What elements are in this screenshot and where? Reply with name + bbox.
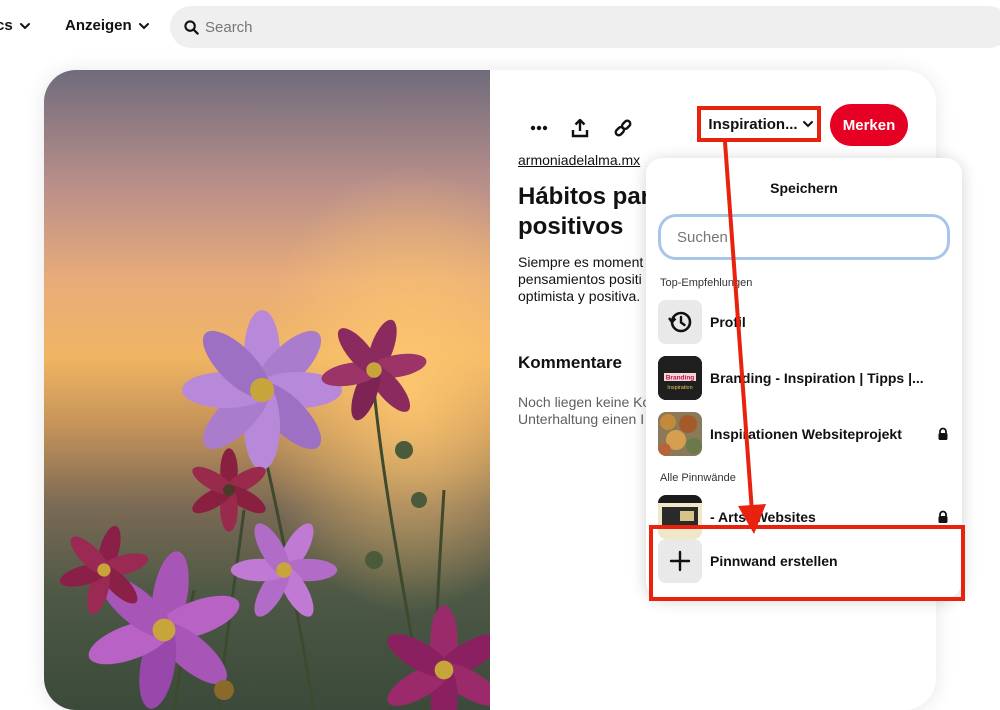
link-icon xyxy=(614,119,632,137)
create-board-button[interactable]: Pinnwand erstellen xyxy=(658,538,950,584)
pin-description: Siempre es moment pensamientos positi op… xyxy=(518,254,643,305)
history-icon xyxy=(658,300,702,344)
pin-image[interactable] xyxy=(44,70,490,710)
board-thumb xyxy=(658,539,702,583)
board-thumb: Branding Inspiration xyxy=(658,356,702,400)
board-label: Branding - Inspiration | Tipps |... xyxy=(710,370,924,386)
nav-menu-partial-label: cs xyxy=(0,17,13,34)
save-pin-button[interactable]: Merken xyxy=(830,104,908,146)
more-options-button[interactable] xyxy=(521,110,557,146)
section-top-recommendations: Top-Empfehlungen xyxy=(660,277,753,289)
copy-link-button[interactable] xyxy=(605,110,641,146)
search-icon xyxy=(184,19,199,35)
thumb-text-branding: Branding xyxy=(666,375,695,382)
plus-icon xyxy=(658,539,702,583)
pin-description-line: pensamientos positi xyxy=(518,271,642,287)
autumn-leaves-thumbnail xyxy=(658,412,702,456)
comments-empty-text: Noch liegen keine Ko Unterhaltung einen … xyxy=(518,394,650,428)
search-input[interactable] xyxy=(205,18,805,36)
branding-board-thumbnail: Branding Inspiration xyxy=(658,356,702,400)
more-horizontal-icon xyxy=(530,125,548,131)
nav-menu-anzeigen-label: Anzeigen xyxy=(65,17,132,34)
chevron-down-icon xyxy=(19,22,30,29)
chevron-down-icon xyxy=(802,121,813,128)
cosmos-flowers-image xyxy=(44,70,490,710)
share-button[interactable] xyxy=(562,110,598,146)
board-search-input[interactable] xyxy=(658,214,950,260)
thumb-text-inspiration: Inspiration xyxy=(667,385,692,391)
comments-empty-line: Unterhaltung einen I xyxy=(518,411,645,427)
board-select-label: Inspiration... xyxy=(708,115,798,133)
board-label: Inspirationen Websiteprojekt xyxy=(710,426,902,442)
popover-title: Speichern xyxy=(770,180,838,196)
lock-icon xyxy=(938,427,948,440)
chevron-down-icon xyxy=(138,22,149,29)
save-to-board-popover: Speichern Top-Empfehlungen Profil Brandi… xyxy=(646,158,962,598)
arts-websites-thumbnail xyxy=(658,495,702,539)
section-all-boards: Alle Pinnwände xyxy=(660,472,736,484)
comments-empty-line: Noch liegen keine Ko xyxy=(518,394,651,410)
board-select-dropdown[interactable]: Inspiration... xyxy=(703,106,819,142)
board-thumb xyxy=(658,300,702,344)
create-board-label: Pinnwand erstellen xyxy=(710,553,838,569)
board-thumb xyxy=(658,495,702,539)
nav-menu-anzeigen[interactable]: Anzeigen xyxy=(65,17,150,34)
board-label: Profil xyxy=(710,314,746,330)
source-link[interactable]: armoniadelalma.mx xyxy=(518,152,640,168)
board-label: - Arts- Websites xyxy=(710,509,816,525)
lock-icon xyxy=(938,510,948,523)
board-thumb xyxy=(658,412,702,456)
nav-menu-partial[interactable]: cs xyxy=(0,17,31,34)
board-row-inspirationen-websiteprojekt[interactable]: Inspirationen Websiteprojekt xyxy=(658,411,950,457)
share-upload-icon xyxy=(571,118,589,138)
pin-description-line: optimista y positiva. xyxy=(518,288,641,304)
search-bar[interactable] xyxy=(170,6,1000,48)
comments-heading[interactable]: Kommentare xyxy=(518,353,622,373)
board-row-arts-websites[interactable]: - Arts- Websites xyxy=(658,494,950,540)
board-row-branding[interactable]: Branding Inspiration Branding - Inspirat… xyxy=(658,355,950,401)
pin-description-line: Siempre es moment xyxy=(518,254,644,270)
board-row-profil[interactable]: Profil xyxy=(658,299,950,345)
top-bar: cs Anzeigen xyxy=(0,0,1000,56)
